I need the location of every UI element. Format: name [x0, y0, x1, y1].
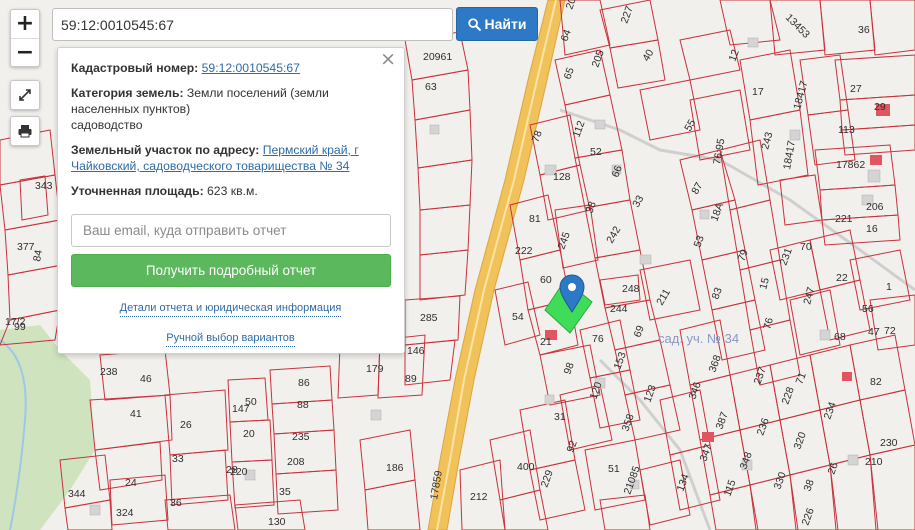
category-use: садоводство [71, 118, 143, 132]
parcel-number-label: 244 [610, 303, 628, 315]
parcel-number-label: 36 [858, 24, 870, 36]
email-field[interactable] [71, 214, 391, 247]
parcel-number-label: 68 [834, 331, 846, 343]
parcel-number-label: 82 [870, 376, 882, 388]
parcel-number-label: 285 [420, 312, 438, 324]
parcel-number-label: 128 [553, 171, 571, 183]
parcel-number-label: 20961 [423, 51, 452, 63]
parcel-number-label: 84 [31, 249, 45, 263]
parcel-number-label: 130 [268, 516, 286, 528]
area-row: Уточненная площадь: 623 кв.м. [71, 183, 390, 199]
category-label: Категория земель: [71, 86, 184, 100]
parcel-number-label: 248 [622, 283, 640, 295]
address-label: Земельный участок по адресу: [71, 143, 260, 157]
parcel-number-label: 222 [515, 245, 533, 257]
parcel-number-label: 60 [540, 274, 552, 286]
parcel-number-label: 54 [512, 311, 524, 323]
parcel-number-label: 26 [180, 419, 192, 431]
parcel-number-label: 47 [868, 326, 880, 338]
parcel-number-label: 70 [800, 241, 812, 253]
parcel-number-label: 29 [874, 101, 886, 113]
parcel-number-label: 46 [140, 373, 152, 385]
fullscreen-button[interactable] [10, 80, 40, 110]
print-button[interactable] [10, 116, 40, 146]
parcel-number-label: 186 [386, 462, 404, 474]
parcel-number-label: 17862 [836, 159, 865, 171]
parcel-number-label: 400 [517, 461, 535, 473]
area-value: 623 кв.м. [207, 184, 258, 198]
area-label: Уточненная площадь: [71, 184, 204, 198]
parcel-number-label: 76 [592, 333, 604, 345]
search-icon [467, 17, 481, 31]
area-label: сад. уч. № 34 [658, 331, 739, 346]
cadastral-link[interactable]: 59:12:0010545:67 [202, 61, 300, 75]
address-row: Земельный участок по адресу: Пермский кр… [71, 142, 390, 174]
parcel-number-label: 21 [540, 336, 552, 348]
parcel-number-label: 220 [230, 466, 248, 478]
zoom-control: + − [10, 9, 40, 67]
parcel-number-label: 221 [835, 213, 853, 225]
parcel-number-label: 11 [0, 0, 11, 3]
parcel-number-label: 56 [862, 303, 874, 315]
parcel-number-label: 88 [297, 399, 309, 411]
close-icon[interactable]: × [380, 50, 396, 69]
parcel-number-label: 72 [884, 325, 896, 337]
zoom-out-button[interactable]: − [11, 38, 39, 66]
parcel-number-label: 206 [866, 201, 884, 213]
parcel-number-label: 99 [14, 321, 26, 333]
parcel-number-label: 324 [116, 507, 134, 519]
report-details-link[interactable]: Детали отчета и юридическая информация [119, 300, 342, 317]
parcel-number-label: 230 [880, 437, 898, 449]
parcel-number-label: 208 [287, 456, 305, 468]
parcel-number-label: 22 [836, 272, 848, 284]
search-button-label: Найти [484, 16, 527, 32]
parcel-number-label: 20 [243, 428, 255, 440]
parcel-number-label: 33 [172, 453, 184, 465]
parcel-number-label: 147 [232, 403, 250, 415]
parcel-number-label: 1 [886, 281, 892, 293]
parcel-number-label: 41 [130, 408, 142, 420]
parcel-info-popup: × Кадастровый номер: 59:12:0010545:67 Ка… [57, 47, 405, 354]
parcel-number-label: 52 [590, 146, 602, 158]
parcel-number-label: 179 [366, 363, 384, 375]
category-row: Категория земель: Земли поселений (земли… [71, 85, 390, 133]
parcel-number-label: 343 [35, 180, 53, 192]
expand-icon [19, 89, 31, 101]
parcel-number-label: 210 [865, 456, 883, 468]
zoom-in-button[interactable]: + [11, 10, 39, 38]
parcel-number-label: 86 [298, 377, 310, 389]
parcel-number-label: 113 [838, 124, 855, 136]
cadastral-row: Кадастровый номер: 59:12:0010545:67 [71, 60, 390, 76]
cadastral-label: Кадастровый номер: [71, 61, 199, 75]
parcel-number-label: 16 [866, 223, 878, 235]
get-report-button[interactable]: Получить подробный отчет [71, 254, 391, 287]
printer-icon [18, 125, 32, 138]
parcel-number-label: 36 [170, 497, 182, 509]
search-button[interactable]: Найти [456, 7, 538, 41]
parcel-number-label: 24 [125, 477, 137, 489]
parcel-number-label: 344 [68, 488, 86, 500]
parcel-number-label: 238 [100, 366, 118, 378]
manual-selection-link[interactable]: Ручной выбор вариантов [166, 330, 295, 347]
parcel-number-label: 212 [470, 491, 488, 503]
parcel-number-label: 81 [529, 213, 541, 225]
parcel-number-label: 27 [850, 83, 862, 95]
parcel-number-label: 146 [407, 345, 425, 357]
parcel-number-label: 31 [554, 411, 566, 423]
search-input[interactable] [52, 8, 453, 41]
parcel-number-label: 63 [425, 81, 437, 93]
parcel-number-label: 89 [405, 373, 417, 385]
parcel-number-label: 35 [279, 486, 291, 498]
parcel-number-label: 51 [608, 463, 620, 475]
parcel-number-label: 17 [752, 86, 764, 98]
parcel-number-label: 235 [292, 431, 310, 443]
